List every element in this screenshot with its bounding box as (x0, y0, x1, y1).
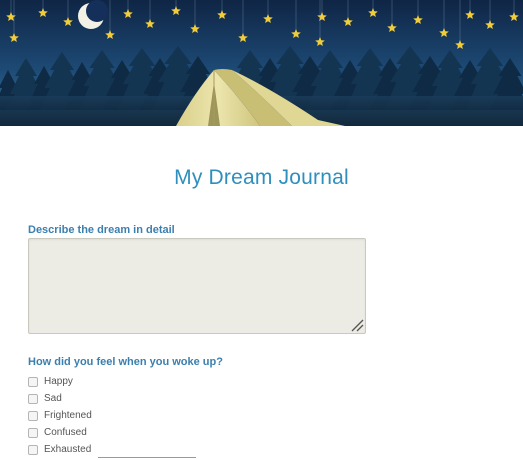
option-label: Exhausted (44, 444, 92, 455)
header-banner (0, 0, 523, 126)
feelings-question-label: How did you feel when you woke up? (28, 356, 223, 368)
feeling-option-sad[interactable]: Sad (28, 390, 92, 407)
checkbox[interactable] (28, 444, 38, 455)
checkbox[interactable] (28, 410, 38, 421)
night-camp-illustration (0, 0, 523, 126)
option-label: Frightened (44, 410, 92, 421)
dream-description-input[interactable] (28, 238, 366, 334)
feelings-options: Happy Sad Frightened Confused Exhausted (28, 373, 92, 458)
feeling-option-happy[interactable]: Happy (28, 373, 92, 390)
page-title: My Dream Journal (174, 166, 349, 189)
feeling-option-exhausted[interactable]: Exhausted (28, 441, 92, 458)
checkbox[interactable] (28, 393, 38, 404)
divider (98, 457, 196, 458)
option-label: Sad (44, 393, 62, 404)
dream-description-label: Describe the dream in detail (28, 224, 175, 236)
resize-grip-icon[interactable] (350, 319, 364, 332)
option-label: Happy (44, 376, 73, 387)
checkbox[interactable] (28, 427, 38, 438)
checkbox[interactable] (28, 376, 38, 387)
feeling-option-confused[interactable]: Confused (28, 424, 92, 441)
option-label: Confused (44, 427, 87, 438)
feeling-option-frightened[interactable]: Frightened (28, 407, 92, 424)
